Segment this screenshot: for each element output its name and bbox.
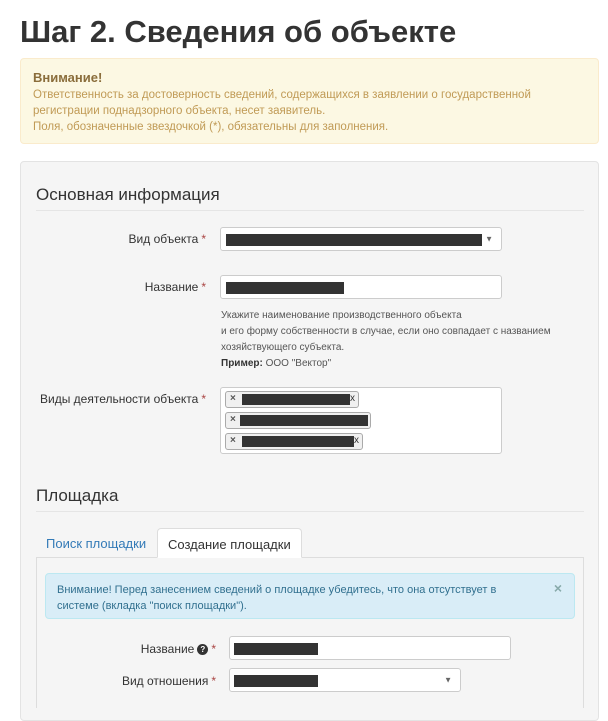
- site-info-text: Внимание! Перед занесением сведений о пл…: [57, 584, 497, 612]
- warning-alert: Внимание! Ответственность за достовернос…: [20, 58, 599, 144]
- activity-tag: × х: [225, 433, 363, 450]
- redacted-value: [242, 436, 354, 447]
- question-circle-icon[interactable]: ?: [197, 644, 209, 656]
- warning-title: Внимание!: [33, 70, 103, 85]
- site-info-alert: Внимание! Перед занесением сведений о пл…: [45, 573, 575, 619]
- example-line: Пример: ООО "Вектор": [221, 358, 332, 369]
- required-mark: *: [201, 280, 206, 294]
- required-mark: *: [211, 674, 216, 688]
- redacted-value: [242, 394, 350, 405]
- redacted-value: [234, 643, 318, 655]
- close-icon[interactable]: ×: [554, 580, 562, 596]
- site-name-input[interactable]: [229, 636, 511, 660]
- warning-line-2: регистрации поднадзорного объекта, несет…: [33, 105, 326, 117]
- tab-site-search[interactable]: Поиск площадки: [36, 528, 156, 558]
- object-type-label: Вид объекта *: [128, 232, 206, 246]
- site-legend: Площадка: [36, 486, 119, 505]
- tab-site-create[interactable]: Создание площадки: [157, 528, 302, 558]
- object-name-input[interactable]: [220, 275, 502, 299]
- activities-multiselect[interactable]: × х × × х: [220, 387, 502, 454]
- chevron-down-icon: ▼: [444, 675, 452, 685]
- activities-label: Виды деятельности объекта *: [40, 392, 206, 406]
- redacted-value: [226, 234, 482, 246]
- warning-line-1: Ответственность за достоверность сведени…: [33, 89, 531, 101]
- required-mark: *: [211, 642, 216, 656]
- page-title: Шаг 2. Сведения об объекте: [20, 14, 457, 49]
- remove-tag-icon[interactable]: ×: [230, 414, 236, 425]
- redacted-value: [226, 282, 344, 294]
- relation-type-label: Вид отношения *: [121, 674, 216, 688]
- activity-tag: × х: [225, 391, 359, 408]
- redacted-value: [234, 675, 318, 687]
- chevron-down-icon: ▼: [485, 234, 493, 244]
- object-type-select[interactable]: ▼: [220, 227, 502, 251]
- site-name-label: Название? *: [140, 642, 216, 656]
- warning-line-3: Поля, обозначенные звездочкой (*), обяза…: [33, 121, 389, 133]
- remove-tag-icon[interactable]: ×: [230, 393, 236, 404]
- required-mark: *: [201, 392, 206, 406]
- basic-info-divider: [36, 210, 584, 211]
- activity-tag: ×: [225, 412, 371, 429]
- warning-text: Ответственность за достоверность сведени…: [33, 87, 588, 135]
- required-mark: *: [201, 232, 206, 246]
- object-name-label: Название *: [144, 280, 206, 294]
- site-divider: [36, 511, 584, 512]
- relation-type-select[interactable]: ▼: [229, 668, 461, 692]
- redacted-value: [240, 415, 368, 426]
- remove-tag-icon[interactable]: ×: [230, 435, 236, 446]
- name-help-text: Укажите наименование производственного о…: [221, 308, 551, 372]
- basic-info-legend: Основная информация: [36, 185, 220, 204]
